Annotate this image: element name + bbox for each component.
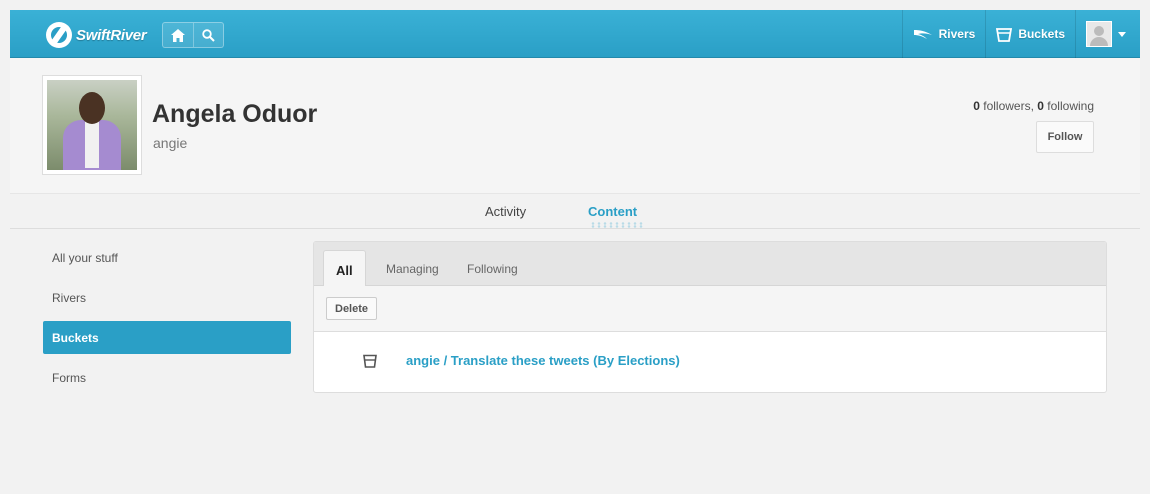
sidebar: All your stuff Rivers Buckets Forms <box>43 241 291 401</box>
tab-managing[interactable]: Managing <box>374 250 451 286</box>
rivers-nav-link[interactable]: Rivers <box>901 10 986 58</box>
sidebar-item-all-your-stuff[interactable]: All your stuff <box>43 241 291 274</box>
follow-button[interactable]: Follow <box>1036 121 1094 153</box>
following-count: 0 <box>1037 99 1044 113</box>
avatar <box>1086 21 1112 47</box>
swiftriver-logo[interactable]: SwiftRiver <box>46 22 147 48</box>
bucket-link[interactable]: angie / Translate these tweets (By Elect… <box>406 353 680 368</box>
profile-username: angie <box>153 135 188 151</box>
follow-counts: 0 followers, 0 following <box>973 99 1094 113</box>
tab-all[interactable]: All <box>323 250 366 286</box>
content-filter-tabs: All Managing Following <box>314 242 1106 286</box>
home-icon <box>171 28 185 42</box>
chevron-down-icon <box>1118 31 1126 37</box>
buckets-nav-link[interactable]: Buckets <box>985 10 1075 58</box>
profile-photo <box>42 75 142 175</box>
user-menu[interactable] <box>1075 10 1140 58</box>
sidebar-item-rivers[interactable]: Rivers <box>43 281 291 314</box>
home-button[interactable] <box>163 23 193 47</box>
panel-toolbar: Delete <box>314 286 1106 332</box>
content-panel: All Managing Following Delete angie / Tr… <box>313 241 1107 393</box>
sidebar-item-forms[interactable]: Forms <box>43 361 291 394</box>
logo-mark-icon <box>46 22 72 48</box>
logo-text: SwiftRiver <box>76 26 147 44</box>
rivers-label: Rivers <box>938 27 976 41</box>
bucket-icon <box>996 27 1013 42</box>
nav-button-group <box>162 22 224 48</box>
delete-button[interactable]: Delete <box>326 297 378 320</box>
bucket-icon <box>363 354 377 373</box>
tab-following[interactable]: Following <box>455 250 530 286</box>
top-right-menu: Rivers Buckets <box>901 10 1140 58</box>
profile-header: Angela Oduor angie 0 followers, 0 follow… <box>10 58 1140 193</box>
tab-content[interactable]: Content <box>588 204 637 219</box>
active-tab-indicator <box>590 222 644 228</box>
search-icon <box>202 28 215 42</box>
buckets-label: Buckets <box>1018 27 1065 41</box>
top-navigation-bar: SwiftRiver Rivers Buckets <box>10 10 1140 58</box>
followers-label: followers, <box>979 99 1038 113</box>
profile-name: Angela Oduor <box>152 100 318 128</box>
list-item: angie / Translate these tweets (By Elect… <box>314 332 1106 392</box>
river-icon <box>913 30 932 39</box>
search-button[interactable] <box>193 23 223 47</box>
followers-count: 0 <box>973 99 980 113</box>
tab-activity[interactable]: Activity <box>485 204 526 219</box>
profile-tabs: Activity Content <box>10 193 1140 229</box>
following-label: following <box>1043 99 1094 113</box>
sidebar-item-buckets[interactable]: Buckets <box>43 321 291 354</box>
